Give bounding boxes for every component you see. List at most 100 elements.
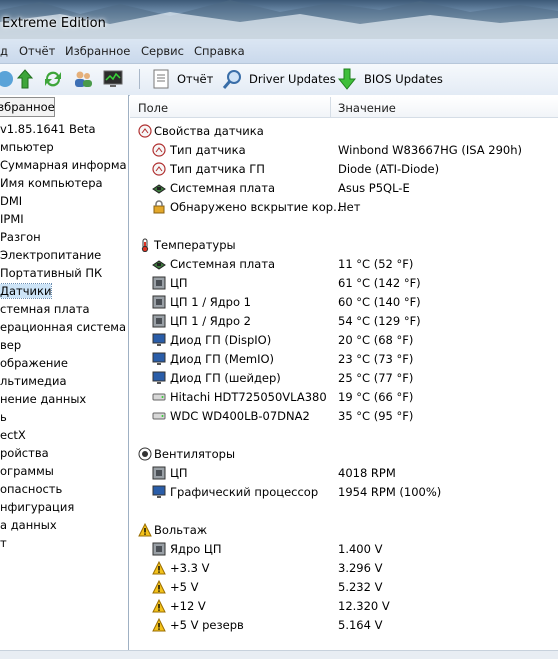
column-header-field[interactable]: Поле [138,101,168,115]
tree-item-label: DMI [0,194,23,208]
field-value: 5.232 V [338,580,383,594]
tree-item[interactable]: Суммарная информа [0,158,127,176]
table-row[interactable]: Ядро ЦП 1.400 V [130,540,558,559]
tree-item-label: ображение [0,356,68,370]
tree-item[interactable]: ectX [0,428,26,446]
tree-item[interactable]: а данных [0,518,57,536]
tree-item[interactable]: льтимедиа [0,374,67,392]
report-icon[interactable] [150,68,172,90]
column-divider[interactable] [330,97,331,117]
tree-item[interactable]: Электропитание [0,248,101,266]
field-value: Winbond W83667HG (ISA 290h) [338,143,522,157]
field-value: Diode (ATI-Diode) [338,162,440,176]
tree-item[interactable]: стемная плата [0,302,90,320]
up-arrow-icon[interactable] [14,68,36,90]
table-row[interactable]: Обнаружено вскрытие кор... Нет [130,198,558,217]
table-row[interactable]: WDC WD400LB-07DNA2 35 °C (95 °F) [130,407,558,426]
table-row[interactable]: Тип датчика ГП Diode (ATI-Diode) [130,160,558,179]
table-row[interactable]: Графический процессор 1954 RPM (100%) [130,483,558,502]
tree-item-label: т [0,536,7,550]
tree-item[interactable]: v1.85.1641 Beta [0,122,96,140]
table-row[interactable]: +3.3 V 3.296 V [130,559,558,578]
tree-item[interactable]: вер [0,338,21,356]
menu-service[interactable]: Сервис [141,44,184,58]
menu-favorites[interactable]: Избранное [65,44,130,58]
group-header-row[interactable]: Свойства датчика [130,122,558,141]
tree-item-label: Имя компьютера [0,176,103,190]
download-arrow-icon[interactable] [336,68,358,90]
magnifier-icon[interactable] [222,68,244,90]
tree-item[interactable]: ображение [0,356,68,374]
tree-item[interactable]: нение данных [0,392,86,410]
tree-item-label: v1.85.1641 Beta [0,122,96,136]
tree-item[interactable]: нфигурация [0,500,74,518]
tree-item[interactable]: опасность [0,482,62,500]
field-value: 11 °C (52 °F) [338,257,414,271]
bios-updates-button[interactable]: BIOS Updates [364,72,443,86]
tree-item[interactable]: Разгон [0,230,41,248]
group-header-row[interactable]: Вентиляторы [130,445,558,464]
table-row[interactable]: Hitachi HDT725050VLA380 19 °C (66 °F) [130,388,558,407]
table-row[interactable]: Системная плата Asus P5QL-E [130,179,558,198]
motherboard-icon [152,257,166,271]
table-row[interactable]: Системная плата 11 °C (52 °F) [130,255,558,274]
field-label: ЦП 1 / Ядро 1 [170,295,251,309]
table-row[interactable]: Диод ГП (MemIO) 23 °C (73 °F) [130,350,558,369]
tree-item[interactable]: ограммы [0,464,54,482]
table-row[interactable]: Диод ГП (шейдер) 25 °C (77 °F) [130,369,558,388]
table-row[interactable]: Диод ГП (DispIO) 20 °C (68 °F) [130,331,558,350]
column-header-value[interactable]: Значение [338,101,396,115]
tree-item[interactable]: ь [0,410,7,428]
table-row[interactable]: ЦП 4018 RPM [130,464,558,483]
title-bar: Extreme Edition [0,0,558,39]
tree-item[interactable]: мпьютер [0,140,54,158]
table-row[interactable]: +12 V 12.320 V [130,597,558,616]
tree-item[interactable]: Имя компьютера [0,176,103,194]
sensor-icon [152,143,166,157]
sensor-icon [138,124,152,138]
motherboard-icon [152,181,166,195]
tree-item-label: нение данных [0,392,87,406]
field-label: +5 V резерв [170,618,244,632]
field-label: Вольтаж [154,523,208,537]
tree-item[interactable]: Портативный ПК [0,266,102,284]
tree-item-label: ь [0,410,7,424]
field-value: Нет [338,200,361,214]
tree-item[interactable]: IPMI [0,212,24,230]
field-label: Диод ГП (шейдер) [170,371,281,385]
left-navigation-panel: збранное v1.85.1641 Beta мпьютер Суммарная… [0,95,129,658]
disk-icon [152,390,166,404]
group-header-row[interactable]: Температуры [130,236,558,255]
tree-item[interactable]: ерационная система [0,320,126,338]
table-row[interactable]: ЦП 61 °C (142 °F) [130,274,558,293]
refresh-icon[interactable] [42,68,64,90]
monitor-screen-icon[interactable] [102,68,124,90]
sensors-grid: Поле Значение Свойства датчика Тип датчик… [130,95,558,658]
tree-item[interactable]: Датчики [0,283,53,302]
warning-icon [152,560,166,575]
table-row[interactable]: Тип датчика Winbond W83667HG (ISA 290h) [130,141,558,160]
warning-icon [152,579,166,594]
field-value: 61 °C (142 °F) [338,276,421,290]
menu-report[interactable]: Отчёт [19,44,55,58]
tree-item[interactable]: ройства [0,446,49,464]
field-value: 23 °C (73 °F) [338,352,414,366]
tree-item-label: IPMI [0,212,24,226]
menu-view[interactable]: д [0,44,8,58]
cpu-icon [152,542,166,556]
driver-updates-button[interactable]: Driver Updates [249,72,336,86]
table-row[interactable]: ЦП 1 / Ядро 1 60 °C (140 °F) [130,293,558,312]
favorites-tab[interactable]: збранное [0,97,55,117]
table-row[interactable]: ЦП 1 / Ядро 2 54 °C (129 °F) [130,312,558,331]
group-header-row[interactable]: Вольтаж [130,521,558,540]
table-row[interactable]: +5 V 5.232 V [130,578,558,597]
report-button[interactable]: Отчёт [177,72,213,86]
table-row[interactable]: +5 V резерв 5.164 V [130,616,558,635]
menu-help[interactable]: Справка [194,44,245,58]
tree-item[interactable]: DMI [0,194,22,212]
field-label: Графический процессор [170,485,319,499]
tree-item[interactable]: т [0,536,7,554]
fan-icon [138,447,152,461]
users-icon[interactable] [72,68,94,90]
tree-item-label: ectX [0,428,26,442]
